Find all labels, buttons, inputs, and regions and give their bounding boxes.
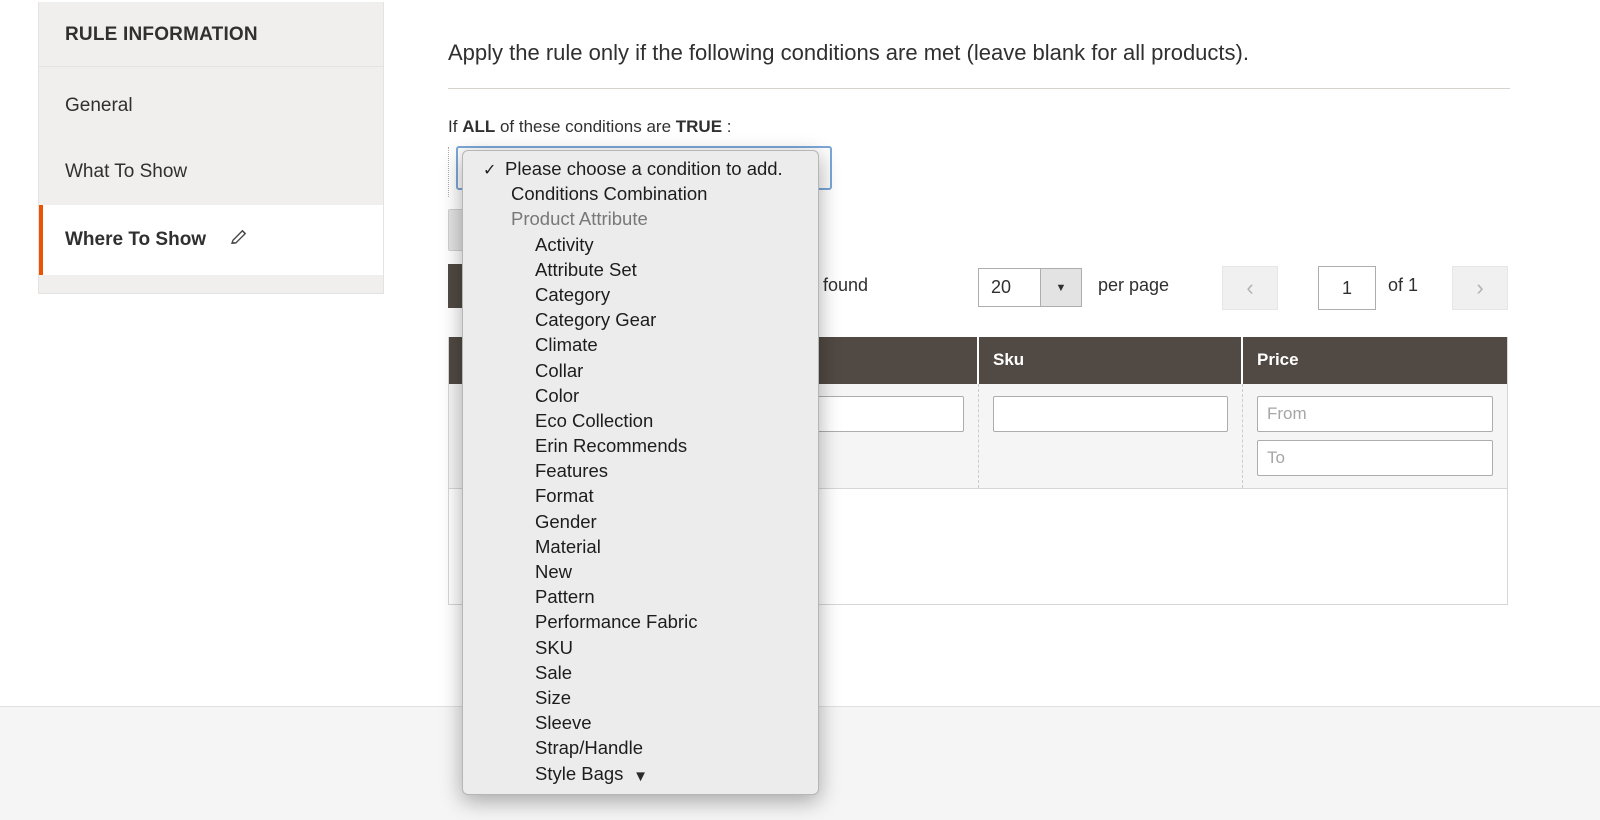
dropdown-option-gender[interactable]: Gender (463, 509, 818, 534)
sidebar-item-general[interactable]: General (39, 73, 383, 139)
sidebar-item-label: Where To Show (65, 229, 207, 251)
sidebar-item-label: General (65, 95, 133, 116)
dropdown-option-label: Strap/Handle (535, 737, 643, 759)
chevron-right-icon: › (1476, 275, 1484, 300)
sidebar-item-label: What To Show (65, 161, 188, 182)
dropdown-option-erin-recommends[interactable]: Erin Recommends (463, 433, 818, 458)
sidebar-footer-strip (39, 275, 383, 293)
dropdown-option-label: Material (535, 535, 601, 557)
rule-information-sidebar: RULE INFORMATION General What To Show Wh… (38, 2, 384, 294)
dropdown-group-product-attribute: Product Attribute (463, 206, 818, 231)
dropdown-option-label: Activity (535, 233, 594, 255)
dropdown-option-sku[interactable]: SKU (463, 635, 818, 660)
dropdown-option-sale[interactable]: Sale (463, 660, 818, 685)
dropdown-option-label: Sleeve (535, 712, 592, 734)
dropdown-group-label: Product Attribute (511, 208, 648, 230)
page-title: Apply the rule only if the following con… (448, 0, 1510, 89)
dropdown-option-list: ✓ Please choose a condition to add. Condi… (463, 151, 818, 786)
pagination-page-input[interactable]: 1 (1318, 266, 1376, 310)
sidebar-item-where-to-show[interactable]: Where To Show (39, 205, 383, 275)
dropdown-option-strap-handle[interactable]: Strap/Handle (463, 735, 818, 760)
column-header-price[interactable]: Price (1243, 337, 1507, 384)
filter-sku-input[interactable] (993, 396, 1228, 432)
dropdown-option-label: Attribute Set (535, 258, 637, 280)
dropdown-option-eco-collection[interactable]: Eco Collection (463, 408, 818, 433)
dropdown-option-label: Collar (535, 359, 584, 381)
conditions-sentence: If ALL of these conditions are TRUE : (448, 89, 1548, 137)
dropdown-option-label: SKU (535, 636, 574, 658)
dropdown-option-activity[interactable]: Activity (463, 232, 818, 257)
dropdown-option-climate[interactable]: Climate (463, 332, 818, 357)
conditions-value[interactable]: TRUE (676, 117, 722, 136)
dropdown-option-label: Performance Fabric (535, 611, 698, 633)
per-page-selector[interactable]: 20 ▼ (978, 268, 1082, 307)
dropdown-option-label: Please choose a condition to add. (505, 158, 783, 179)
dropdown-option-material[interactable]: Material (463, 534, 818, 559)
dropdown-option-label: Features (535, 460, 609, 482)
conditions-colon: : (726, 117, 732, 136)
dropdown-option-label: Eco Collection (535, 409, 654, 431)
scroll-down-arrow-icon[interactable]: ▼ (463, 769, 818, 784)
records-found-label: found (823, 275, 869, 295)
dropdown-option-format[interactable]: Format (463, 483, 818, 508)
pencil-icon (229, 227, 249, 253)
dropdown-option-label: New (535, 561, 573, 582)
dropdown-option-label: Size (535, 686, 571, 708)
sidebar-item-list: General What To Show Where To Show (39, 67, 383, 275)
dropdown-option-label: Category (535, 283, 611, 305)
dropdown-option-category-gear[interactable]: Category Gear (463, 307, 818, 332)
dropdown-option-pattern[interactable]: Pattern (463, 584, 818, 609)
dropdown-option-size[interactable]: Size (463, 685, 818, 710)
dropdown-option-sleeve[interactable]: Sleeve (463, 710, 818, 735)
dropdown-option-label: Format (535, 485, 594, 507)
per-page-value[interactable]: 20 (978, 268, 1040, 307)
conditions-prefix: If (448, 117, 458, 136)
filter-cell-price (1243, 384, 1507, 488)
per-page-label: per page (1098, 275, 1170, 295)
dropdown-option-conditions-combination[interactable]: Conditions Combination (463, 181, 818, 206)
main-content: Apply the rule only if the following con… (448, 0, 1548, 137)
dropdown-option-category[interactable]: Category (463, 282, 818, 307)
checkmark-icon: ✓ (483, 162, 497, 179)
dropdown-option-label: Category Gear (535, 309, 657, 331)
page-root: RULE INFORMATION General What To Show Wh… (0, 0, 1600, 820)
dropdown-option-performance-fabric[interactable]: Performance Fabric (463, 609, 818, 634)
dropdown-option-new[interactable]: New (463, 559, 818, 584)
sidebar-item-what-to-show[interactable]: What To Show (39, 139, 383, 205)
dropdown-option-label: Conditions Combination (511, 183, 708, 205)
condition-type-dropdown-popup[interactable]: ✓ Please choose a condition to add. Condi… (462, 150, 819, 795)
dropdown-option-label: Pattern (535, 586, 595, 608)
conditions-aggregator[interactable]: ALL (462, 117, 495, 136)
pagination-previous-button[interactable]: ‹ (1222, 266, 1278, 310)
filter-price-to-input[interactable] (1257, 440, 1493, 476)
dropdown-option-color[interactable]: Color (463, 383, 818, 408)
chevron-down-icon[interactable]: ▼ (1040, 268, 1082, 307)
dropdown-option-label: Sale (535, 661, 573, 683)
dropdown-option-label: Erin Recommends (535, 435, 688, 457)
filter-cell-sku (979, 384, 1243, 488)
dropdown-option-attribute-set[interactable]: Attribute Set (463, 257, 818, 282)
sidebar-title: RULE INFORMATION (39, 2, 383, 67)
dropdown-option-features[interactable]: Features (463, 458, 818, 483)
column-header-sku[interactable]: Sku (979, 337, 1243, 384)
dropdown-option-collar[interactable]: Collar (463, 358, 818, 383)
dropdown-option-label: Color (535, 384, 580, 406)
chevron-left-icon: ‹ (1246, 275, 1254, 300)
pagination-total-pages: of 1 (1388, 275, 1419, 295)
dropdown-option-label: Climate (535, 334, 598, 356)
dropdown-option-label: Gender (535, 510, 597, 532)
conditions-middle: of these conditions are (499, 117, 672, 136)
dropdown-option-selected[interactable]: ✓ Please choose a condition to add. (463, 156, 818, 181)
filter-price-from-input[interactable] (1257, 396, 1493, 432)
pagination-next-button[interactable]: › (1452, 266, 1508, 310)
